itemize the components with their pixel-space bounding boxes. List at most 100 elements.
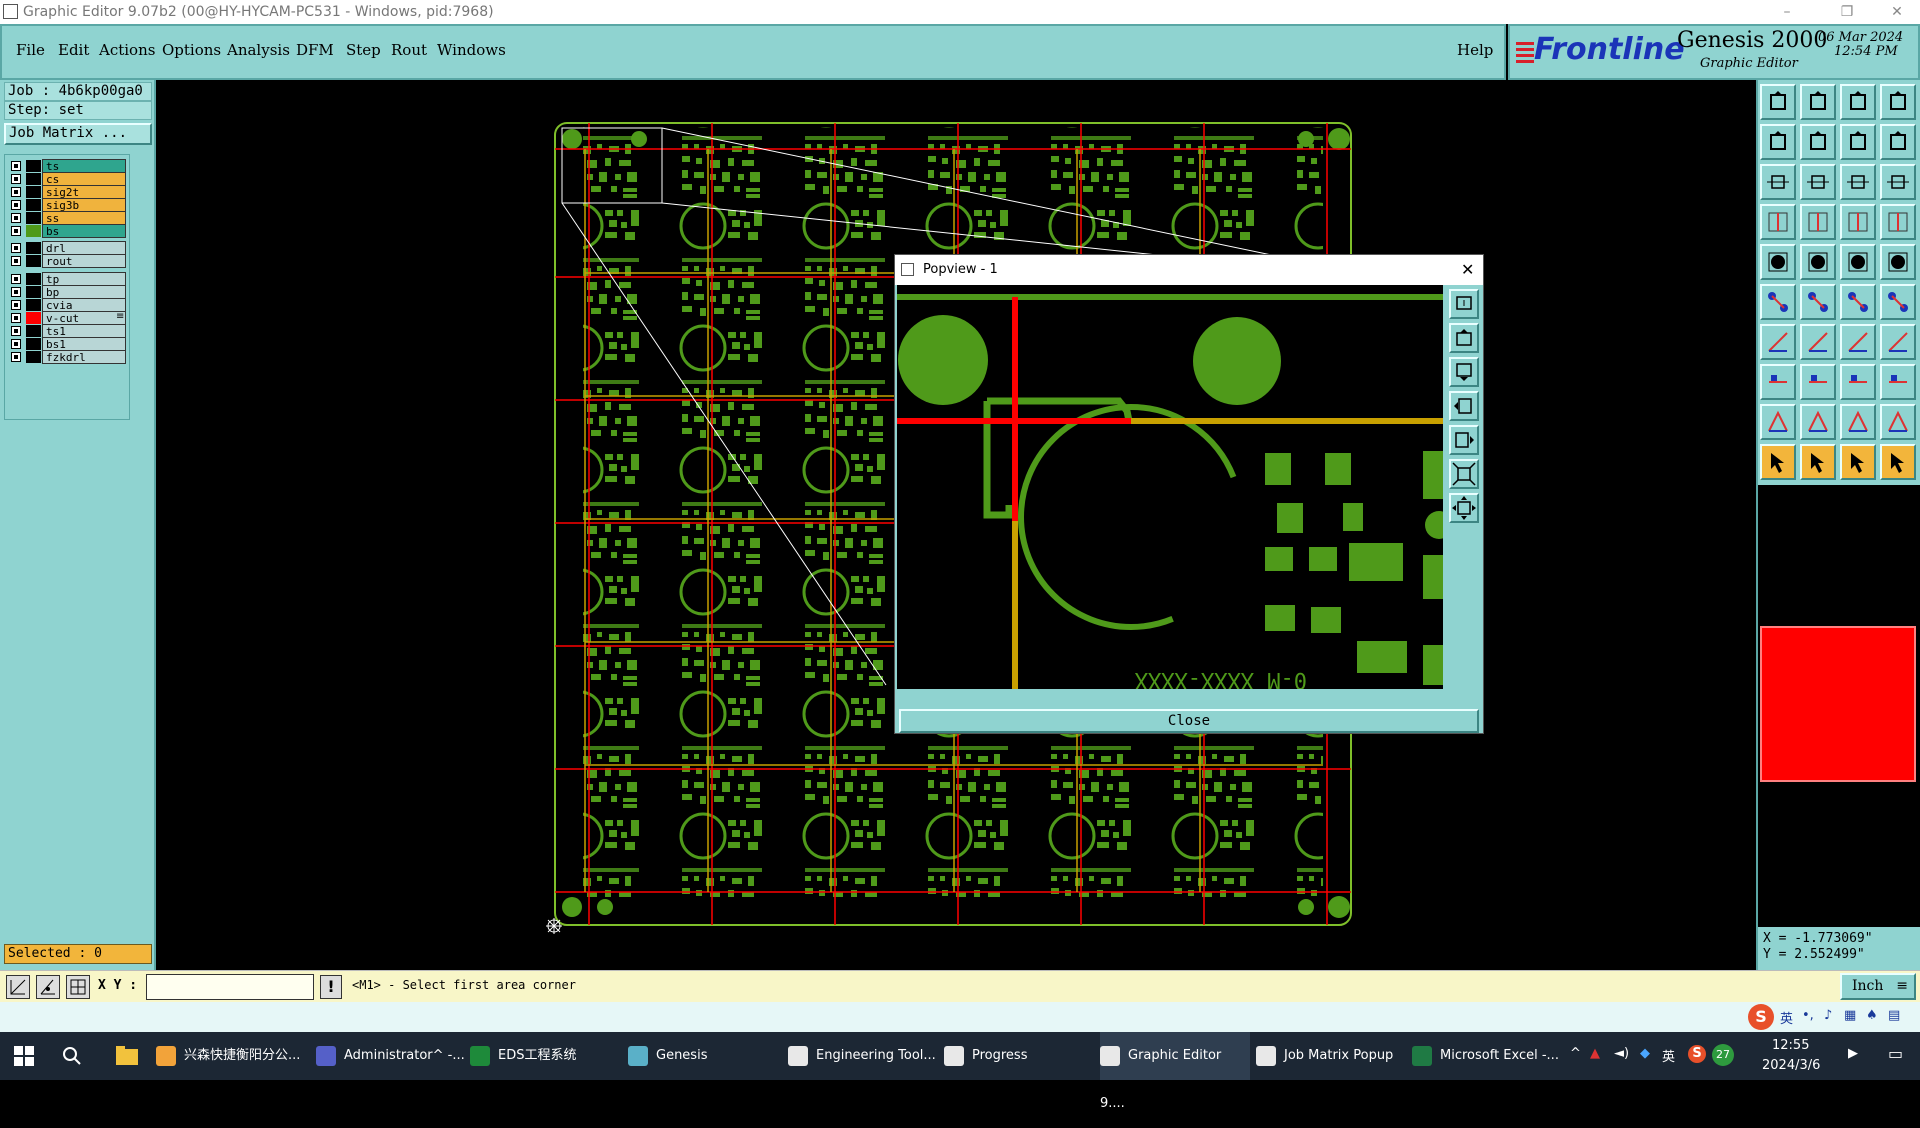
pan-down-icon[interactable] — [1800, 84, 1836, 120]
layer-checkbox[interactable] — [11, 187, 21, 197]
menu-actions[interactable]: Actions — [99, 41, 155, 59]
layer-row-ts1[interactable]: ts1 — [9, 324, 127, 338]
snap-mode-icon[interactable] — [6, 975, 30, 999]
layer-name[interactable]: bs — [42, 224, 126, 238]
popview-pan-right-tool[interactable] — [1449, 425, 1479, 455]
tray-ime-label[interactable]: 英 — [1662, 1046, 1675, 1065]
layer-checkbox[interactable] — [11, 256, 21, 266]
layer-row-bs[interactable]: bs — [9, 224, 127, 238]
popview-pan-left-tool[interactable] — [1449, 391, 1479, 421]
layer-checkbox[interactable] — [11, 300, 21, 310]
layer-name[interactable]: fzkdrl — [42, 350, 126, 364]
text-a3-icon[interactable] — [1880, 404, 1916, 440]
feature-select-icon[interactable] — [1760, 244, 1796, 280]
minimize-button[interactable]: – — [1764, 0, 1810, 24]
sogou-ime-icon[interactable]: S — [1748, 1004, 1774, 1030]
home-icon[interactable] — [1840, 84, 1876, 120]
tray-date[interactable]: 2024/3/6 — [1762, 1058, 1820, 1073]
popview-pan-down-tool[interactable] — [1449, 357, 1479, 387]
layer-row-v-cut[interactable]: v-cut ≡ — [9, 311, 127, 325]
taskbar-item[interactable]: Progress — [944, 1032, 1096, 1080]
info-icon[interactable]: ! — [320, 975, 342, 999]
popview-close-icon[interactable]: ✕ — [1461, 255, 1474, 285]
layer-row-fzkdrl[interactable]: fzkdrl — [9, 350, 127, 364]
highlight-icon[interactable] — [1800, 244, 1836, 280]
layer-color-swatch[interactable] — [26, 225, 41, 237]
layer-name[interactable]: rout — [42, 254, 126, 268]
layer-name[interactable]: tp — [42, 272, 126, 286]
layer-color-swatch[interactable] — [26, 160, 41, 172]
menu-analysis[interactable]: Analysis — [227, 41, 290, 59]
tray-time[interactable]: 12:55 — [1772, 1038, 1809, 1053]
layer-name[interactable]: cs — [42, 172, 126, 186]
fit-height-icon[interactable] — [1880, 124, 1916, 160]
layer-row-bs1[interactable]: bs1 — [9, 337, 127, 351]
layer-color-swatch[interactable] — [26, 186, 41, 198]
layer-name[interactable]: cvia — [42, 298, 126, 312]
layer-name[interactable]: v-cut — [42, 311, 126, 325]
layer-row-bp[interactable]: bp — [9, 285, 127, 299]
layer-checkbox[interactable] — [11, 161, 21, 171]
layer-checkbox[interactable] — [11, 352, 21, 362]
layer-checkbox[interactable] — [11, 174, 21, 184]
shapes-icon[interactable] — [1880, 364, 1916, 400]
layer-row-ss[interactable]: ss — [9, 211, 127, 225]
fit-width-icon[interactable] — [1840, 124, 1876, 160]
edit-pointer-icon[interactable] — [1840, 444, 1876, 480]
ime-lang[interactable]: 英 — [1780, 1008, 1793, 1027]
layer-color-swatch[interactable] — [26, 286, 41, 298]
tray-expand-icon[interactable]: ^ — [1570, 1046, 1581, 1061]
pan-up-icon[interactable] — [1760, 84, 1796, 120]
layer-row-tp[interactable]: tp — [9, 272, 127, 286]
tray-badge[interactable]: 27 — [1712, 1044, 1734, 1066]
layer-row-cs[interactable]: cs — [9, 172, 127, 186]
layer-color-swatch[interactable] — [26, 312, 41, 324]
notification-icon[interactable]: ▭ — [1888, 1044, 1903, 1063]
pad-icon[interactable] — [1880, 244, 1916, 280]
scale-1-2-icon[interactable] — [1840, 164, 1876, 200]
grid-icon[interactable] — [1800, 204, 1836, 240]
volume-icon[interactable]: ◄) — [1614, 1046, 1629, 1061]
layer-color-swatch[interactable] — [26, 212, 41, 224]
search-icon[interactable] — [62, 1046, 82, 1066]
taskbar-item[interactable]: Microsoft Excel -... — [1412, 1032, 1562, 1080]
connect-icon[interactable] — [1760, 284, 1796, 320]
layer-checkbox[interactable] — [11, 213, 21, 223]
menu-options[interactable]: Options — [162, 41, 221, 59]
layer-row-sig3b[interactable]: sig3b — [9, 198, 127, 212]
show-desktop-icon[interactable]: ▶ — [1848, 1046, 1858, 1061]
compare-icon[interactable] — [1880, 204, 1916, 240]
layer-name[interactable]: ts1 — [42, 324, 126, 338]
redraw-icon[interactable] — [1760, 204, 1796, 240]
layer-name[interactable]: bp — [42, 285, 126, 299]
line-add-icon[interactable] — [1840, 284, 1876, 320]
taskbar-item[interactable]: Administrator^ -... — [316, 1032, 466, 1080]
taskbar-item[interactable]: Graphic Editor 9.... — [1100, 1032, 1250, 1111]
pan-right-icon[interactable] — [1800, 124, 1836, 160]
layer-color-swatch[interactable] — [26, 199, 41, 211]
menu-file[interactable]: File — [16, 41, 45, 59]
layer-row-sig2t[interactable]: sig2t — [9, 185, 127, 199]
move-icon[interactable] — [1880, 444, 1916, 480]
grid-mode-icon[interactable] — [66, 975, 90, 999]
menu-windows[interactable]: Windows — [437, 41, 506, 59]
restore-button[interactable]: ❐ — [1824, 0, 1870, 24]
pointer-icon[interactable] — [1760, 444, 1796, 480]
arc-add-icon[interactable] — [1880, 284, 1916, 320]
job-matrix-button[interactable]: Job Matrix ... — [4, 123, 152, 145]
taskbar-item[interactable]: Engineering Tool... — [788, 1032, 940, 1080]
layer-checkbox[interactable] — [11, 200, 21, 210]
ime-menu-icon[interactable]: ▤ — [1888, 1008, 1900, 1023]
ime-mic-icon[interactable]: ♪ — [1824, 1008, 1832, 1023]
layer-row-cvia[interactable]: cvia — [9, 298, 127, 312]
slash-icon[interactable] — [1800, 324, 1836, 360]
layer-checkbox[interactable] — [11, 226, 21, 236]
menu-step[interactable]: Step — [346, 41, 381, 59]
popview-fit-tool[interactable] — [1449, 459, 1479, 489]
ruler-icon[interactable] — [1840, 244, 1876, 280]
layer-color-swatch[interactable] — [26, 173, 41, 185]
layer-row-drl[interactable]: drl — [9, 241, 127, 255]
triangle-icon[interactable] — [1760, 404, 1796, 440]
popview-close-button[interactable]: Close — [899, 709, 1479, 733]
layer-name[interactable]: sig3b — [42, 198, 126, 212]
